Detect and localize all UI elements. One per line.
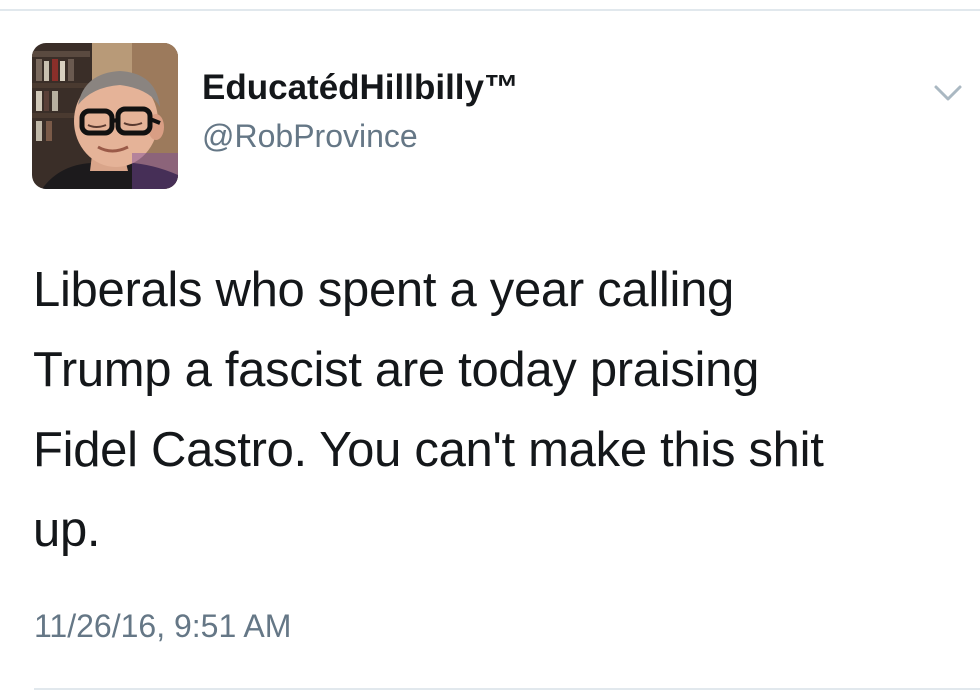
chevron-down-icon [934, 85, 962, 101]
tweet-text-line: up. [33, 503, 101, 557]
author-display-name[interactable]: EducatédHillbilly™ [202, 68, 519, 108]
top-divider [0, 9, 980, 11]
tweet-text-line: Trump a fascist are today praising [33, 343, 760, 397]
avatar[interactable] [32, 43, 178, 189]
profile-photo-icon [32, 43, 178, 189]
bottom-divider [34, 688, 980, 690]
tweet-text: Liberals who spent a year calling Trump … [33, 250, 953, 570]
tweet-timestamp[interactable]: 11/26/16, 9:51 AM [34, 608, 291, 645]
tweet-text-line: Fidel Castro. You can't make this shit [33, 423, 824, 477]
tweet-menu-button[interactable] [928, 78, 968, 108]
tweet-text-line: Liberals who spent a year calling [33, 263, 735, 317]
author-handle[interactable]: @RobProvince [202, 118, 418, 155]
